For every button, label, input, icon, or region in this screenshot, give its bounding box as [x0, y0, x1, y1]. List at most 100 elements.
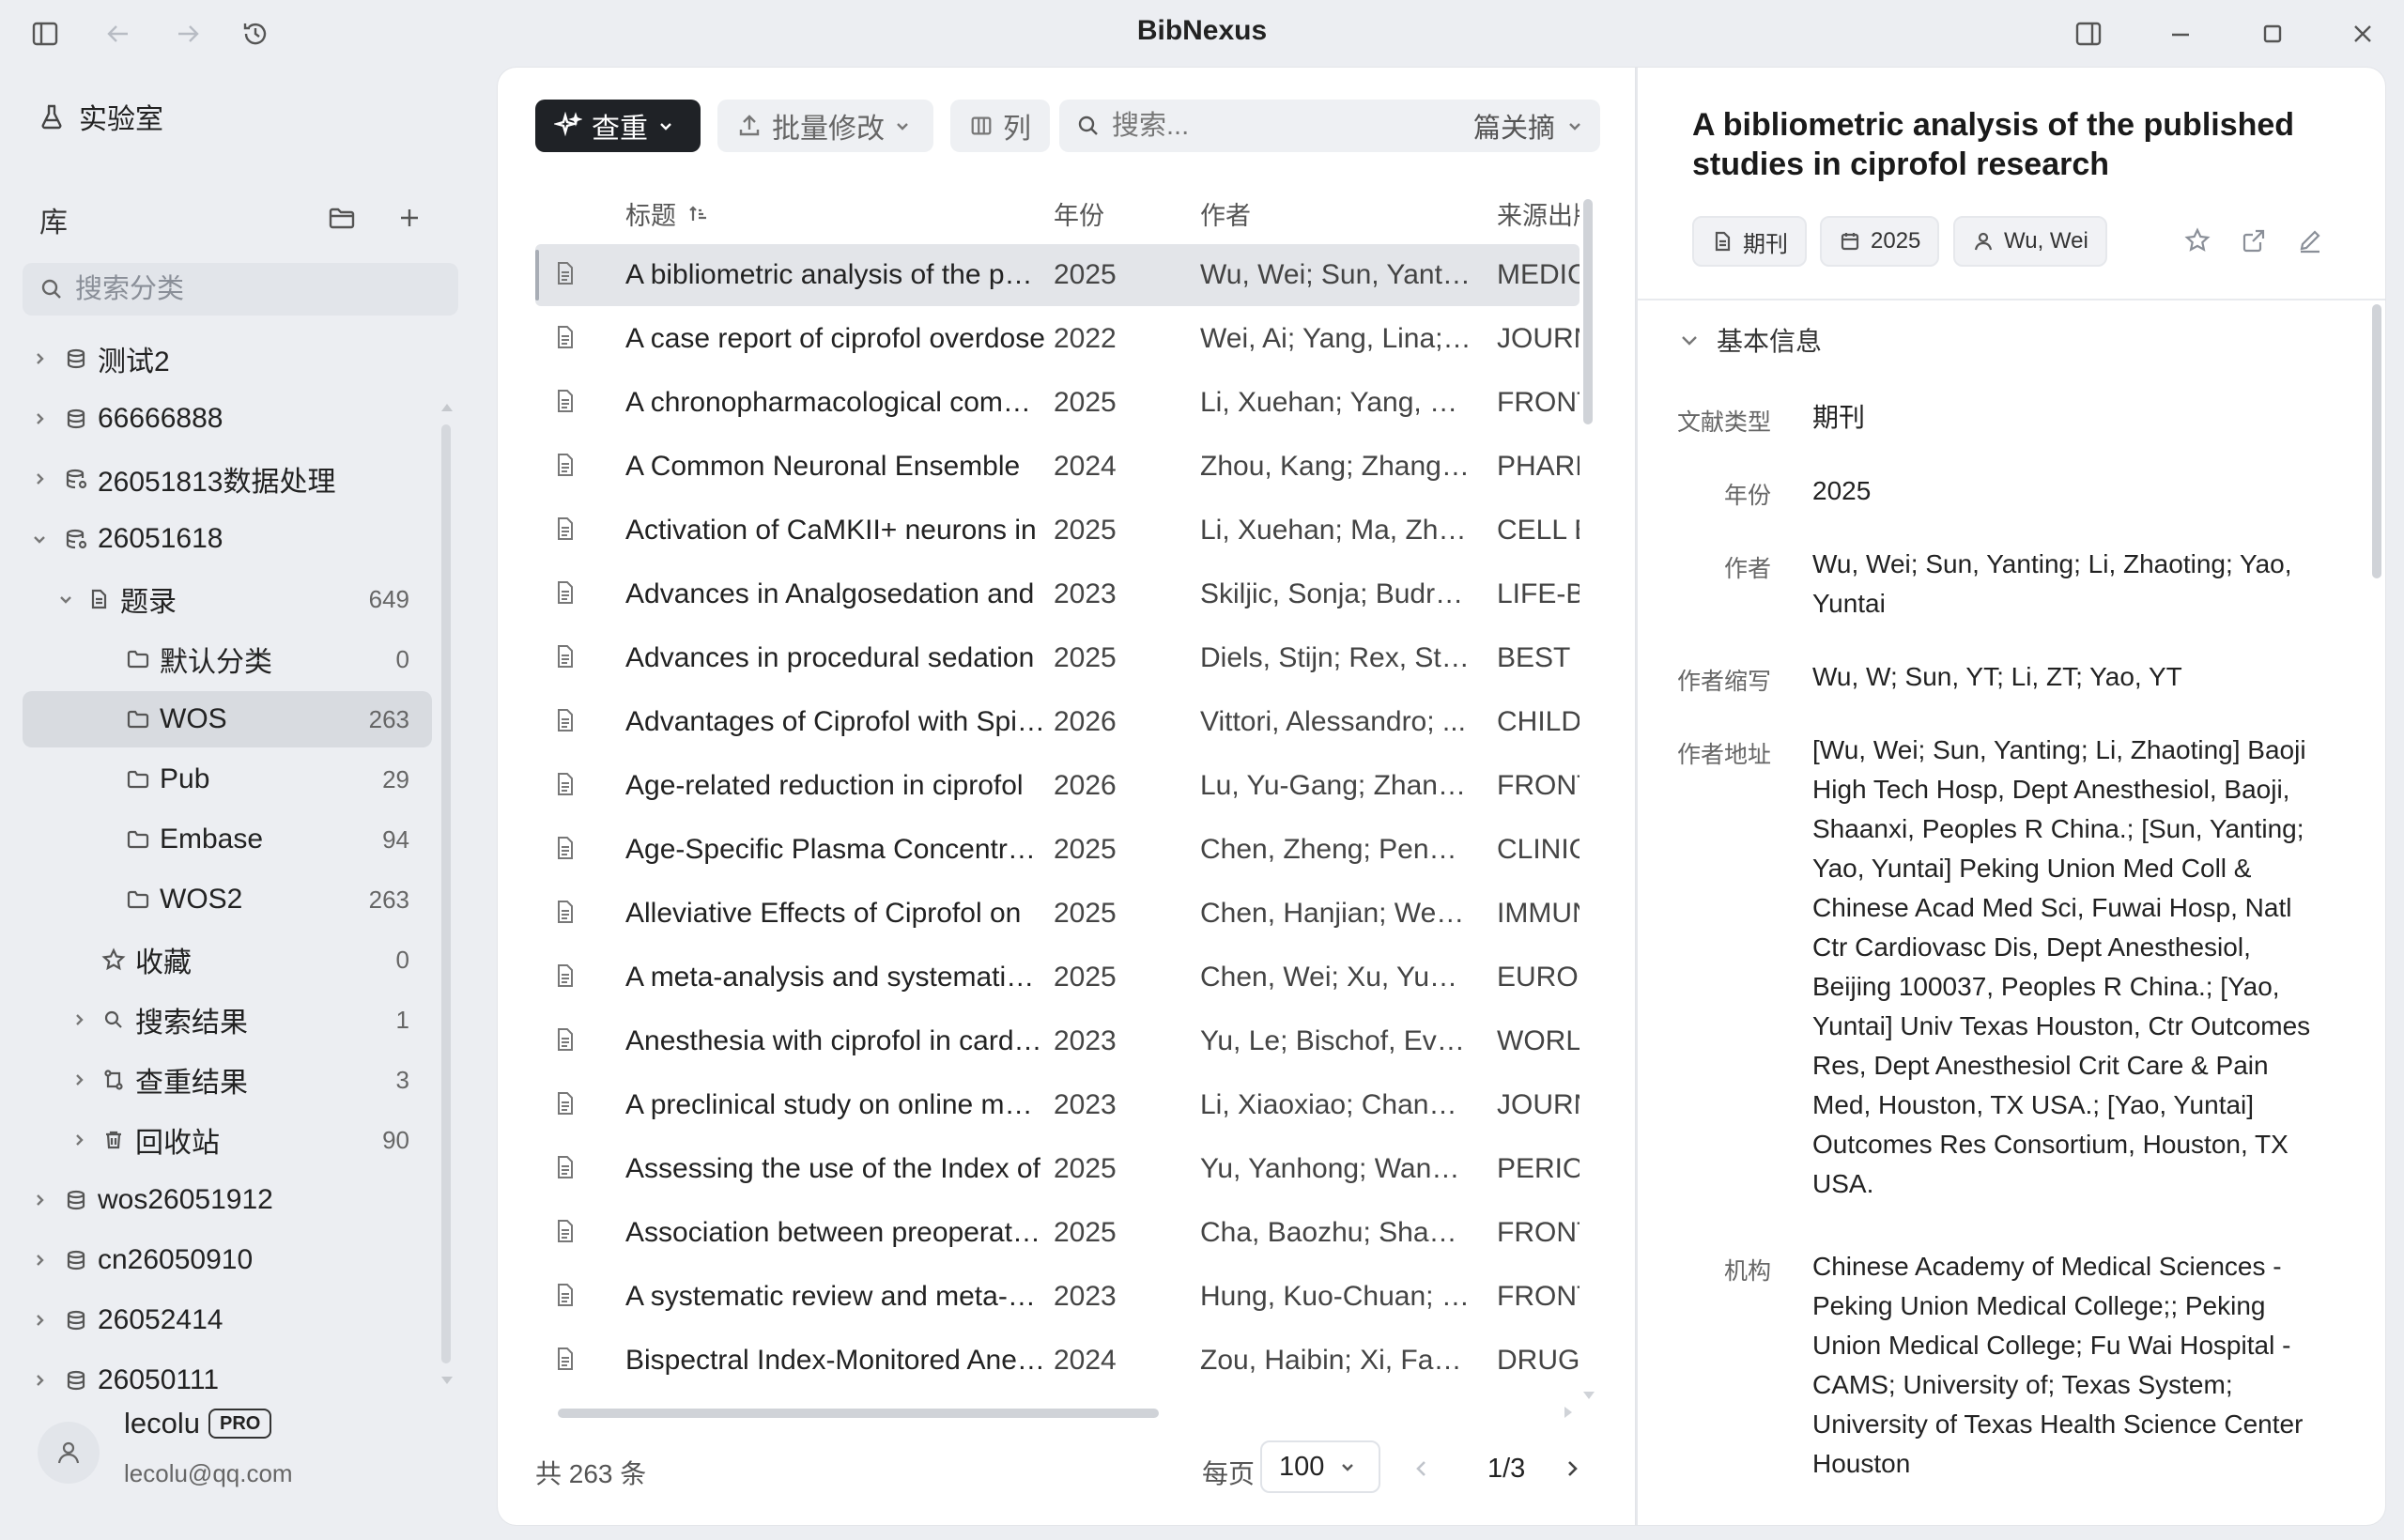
chevron-right-icon[interactable] [69, 1010, 88, 1029]
detail-scrollbar[interactable] [2372, 304, 2381, 578]
table-horizontal-scrollbar[interactable] [558, 1409, 1159, 1418]
tree-item-26051618[interactable]: 26051618 [23, 511, 432, 567]
sort-ascending-icon[interactable] [687, 203, 710, 225]
cell-source: MEDICINE [1497, 259, 1580, 290]
column-header-author[interactable]: 作者 [1200, 195, 1251, 232]
chevron-down-icon[interactable] [56, 590, 75, 608]
tree-item-26052414[interactable]: 26052414 [23, 1292, 432, 1348]
chevron-down-icon[interactable] [30, 530, 49, 548]
section-basic-info[interactable]: 基本信息 [1679, 321, 1822, 359]
category-search-field[interactable] [23, 263, 458, 316]
batch-edit-button[interactable]: 批量修改 [717, 100, 933, 152]
panel-right-toggle-icon[interactable] [2070, 15, 2107, 53]
search-icon [41, 279, 61, 299]
table-row[interactable]: Age-Specific Plasma Concentration 2025 Che… [535, 819, 1580, 881]
tree-item-cn26050910[interactable]: cn26050910 [23, 1232, 432, 1288]
table-row[interactable]: Alleviative Effects of Ciprofol on 2025 Ch… [535, 883, 1580, 945]
sidebar-toggle-icon[interactable] [26, 15, 64, 53]
chevron-right-icon[interactable] [69, 1070, 88, 1089]
sidebar-scrollbar[interactable] [441, 424, 451, 1363]
table-scroll-down-arrow[interactable] [1583, 1392, 1595, 1399]
tree-item-wos26051912[interactable]: wos26051912 [23, 1172, 432, 1228]
tree-item-wos2[interactable]: WOS2 263 [23, 871, 432, 928]
database-gear-icon [62, 465, 90, 493]
column-header-year[interactable]: 年份 [1054, 195, 1104, 232]
chevron-right-icon[interactable] [30, 470, 49, 488]
tree-item-favorites[interactable]: 收藏 0 [23, 932, 432, 988]
chevron-right-icon[interactable] [30, 1311, 49, 1330]
table-row[interactable]: Activation of CaMKII+ neurons in 2025 Li, … [535, 500, 1580, 562]
search-scope-dropdown[interactable]: 篇关摘 [1473, 106, 1583, 146]
year-chip[interactable]: 2025 [1820, 216, 1940, 267]
avatar[interactable] [38, 1422, 100, 1484]
table-row[interactable]: A bibliometric analysis of the published… [535, 244, 1580, 306]
table-row[interactable]: Anesthesia with ciprofol in cardiac 2023 Y… [535, 1010, 1580, 1072]
cell-source: CHILDREN [1497, 706, 1580, 737]
sidebar-scroll-down-arrow[interactable] [441, 1377, 453, 1384]
dedupe-label: 查重 [592, 114, 648, 145]
column-header-source[interactable]: 来源出版 [1497, 195, 1580, 232]
column-header-title[interactable]: 标题 [625, 195, 710, 232]
tree-item-26051813[interactable]: 26051813数据处理 [23, 451, 432, 507]
chevron-right-icon[interactable] [30, 349, 49, 368]
minimize-icon[interactable] [2162, 15, 2199, 53]
chevron-right-icon[interactable] [30, 1251, 49, 1270]
author-chip[interactable]: Wu, Wei [1953, 216, 2107, 267]
table-row[interactable]: Advances in procedural sedation 2025 Diels… [535, 627, 1580, 689]
close-icon[interactable] [2344, 15, 2381, 53]
tree-item-search-results[interactable]: 搜索结果 1 [23, 992, 432, 1048]
tree-item-default[interactable]: 默认分类 0 [23, 631, 432, 687]
table-row[interactable]: A chronopharmacological comparison 2025 Li… [535, 372, 1580, 434]
lab-nav-item[interactable]: 实验室 [38, 96, 163, 137]
table-row[interactable]: Assessing the use of the Index of 2025 Yu,… [535, 1138, 1580, 1200]
tree-item-wos[interactable]: WOS 263 [23, 691, 432, 747]
type-chip[interactable]: 期刊 [1692, 216, 1807, 267]
table-row[interactable]: Bispectral Index-Monitored Anesthesia 202… [535, 1330, 1580, 1392]
forward-arrow-icon[interactable] [169, 15, 207, 53]
tree-item-66666888[interactable]: 66666888 [23, 391, 432, 447]
tree-item-records[interactable]: 题录 649 [23, 571, 432, 627]
user-profile[interactable]: lecolu PRO lecolu@qq.com [38, 1401, 451, 1514]
document-icon [554, 1091, 577, 1123]
record-search-field[interactable]: 篇关摘 [1059, 100, 1600, 152]
tree-item-trash[interactable]: 回收站 90 [23, 1112, 432, 1168]
chevron-right-icon[interactable] [30, 409, 49, 428]
maximize-icon[interactable] [2254, 15, 2291, 53]
per-page-select[interactable]: 100 [1260, 1440, 1380, 1493]
tree-item-test2[interactable]: 测试2 [23, 331, 432, 387]
category-search-input[interactable] [75, 273, 432, 305]
history-icon[interactable] [237, 15, 274, 53]
table-row[interactable]: A meta-analysis and systematic review 202… [535, 947, 1580, 1009]
record-search-input[interactable] [1112, 110, 1431, 142]
tree-item-dedupe-results[interactable]: 查重结果 3 [23, 1052, 432, 1108]
table-row[interactable]: A Common Neuronal Ensemble 2024 Zhou, Kang… [535, 436, 1580, 498]
dedupe-button[interactable]: 查重 [535, 100, 701, 152]
chevron-right-icon[interactable] [30, 1371, 49, 1390]
table-row[interactable]: Association between preoperative 2025 Cha,… [535, 1202, 1580, 1264]
table-vertical-scrollbar[interactable] [1583, 199, 1593, 424]
prev-page-icon[interactable] [1403, 1450, 1441, 1487]
table-scroll-right-arrow[interactable] [1564, 1407, 1572, 1418]
edit-icon[interactable] [2291, 222, 2329, 259]
back-arrow-icon[interactable] [100, 15, 137, 53]
star-icon[interactable] [2179, 222, 2216, 259]
sidebar-scroll-up-arrow[interactable] [441, 404, 453, 411]
table-row[interactable]: Age-related reduction in ciprofol 2026 Lu,… [535, 755, 1580, 817]
columns-button[interactable]: 列 [950, 100, 1050, 152]
table-row[interactable]: A case report of ciprofol overdose 2022 We… [535, 308, 1580, 370]
tree-item-26050111[interactable]: 26050111 [23, 1352, 432, 1409]
table-row[interactable]: Advances in Analgosedation and 2023 Skilji… [535, 563, 1580, 625]
pro-badge: PRO [208, 1409, 272, 1439]
table-row[interactable]: A preclinical study on online monitoring… [535, 1074, 1580, 1136]
tree-item-embase[interactable]: Embase 94 [23, 811, 432, 868]
add-icon[interactable] [389, 197, 430, 239]
next-page-icon[interactable] [1553, 1450, 1591, 1487]
chevron-right-icon[interactable] [30, 1191, 49, 1209]
table-row[interactable]: A systematic review and meta-analysis 202… [535, 1266, 1580, 1328]
open-folder-icon[interactable] [321, 197, 362, 239]
table-row[interactable]: Advantages of Ciprofol with Spinal 2026 Vi… [535, 691, 1580, 753]
chevron-right-icon[interactable] [69, 1131, 88, 1149]
tree-item-pub[interactable]: Pub 29 [23, 751, 432, 808]
external-link-icon[interactable] [2235, 222, 2273, 259]
cell-title: Age-Specific Plasma Concentration [625, 834, 1046, 865]
